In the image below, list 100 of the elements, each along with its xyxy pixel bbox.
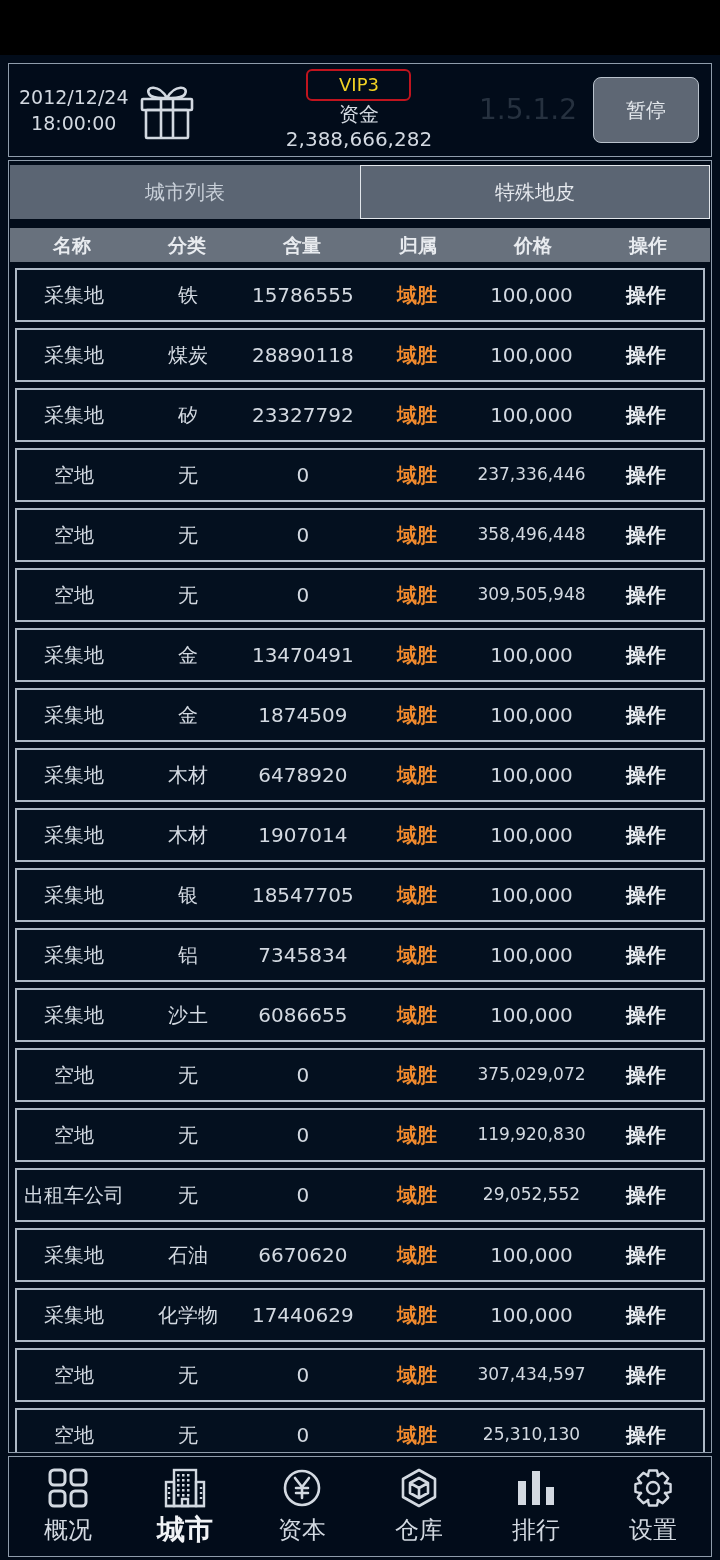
column-header: 价格	[514, 232, 552, 258]
owner-cell-text: 域胜	[397, 1242, 438, 1269]
action-button[interactable]: 操作	[625, 280, 666, 310]
owner-cell-text: 域胜	[397, 1362, 438, 1389]
category-cell-text: 无	[178, 1422, 199, 1449]
name-cell-text: 空地	[54, 1362, 95, 1389]
action-button[interactable]: 操作	[625, 700, 666, 730]
action-button[interactable]: 操作	[625, 340, 666, 370]
owner-cell-text: 域胜	[397, 702, 438, 729]
category-cell-text: 无	[178, 1062, 199, 1089]
category-cell-text: 铝	[178, 942, 199, 969]
owner-cell-text: 域胜	[397, 1122, 438, 1149]
name-cell-text: 空地	[54, 1122, 95, 1149]
tab[interactable]: 特殊地皮	[360, 165, 710, 219]
price-cell-text: 100,000	[490, 762, 573, 789]
amount-cell-text: 0	[296, 1422, 310, 1449]
price-cell-text: 100,000	[490, 882, 573, 909]
column-header: 操作	[629, 232, 668, 258]
name-cell-text: 空地	[54, 522, 95, 549]
owner-cell-text: 域胜	[397, 522, 438, 549]
owner-cell-text: 域胜	[397, 462, 438, 489]
price-cell-text: 100,000	[490, 642, 573, 669]
vip-badge: VIP3	[306, 68, 412, 101]
amount-cell-text: 0	[296, 522, 310, 549]
category-cell-text: 矽	[178, 402, 199, 429]
action-button[interactable]: 操作	[625, 1120, 666, 1150]
price-cell-text: 375,029,072	[477, 1063, 586, 1087]
category-cell-text: 无	[178, 1362, 199, 1389]
price-cell-text: 100,000	[490, 822, 573, 849]
category-cell-text: 木材	[168, 822, 209, 849]
action-button[interactable]: 操作	[625, 1420, 666, 1450]
price-cell-text: 100,000	[490, 1302, 573, 1329]
owner-cell-text: 域胜	[397, 762, 438, 789]
category-cell-text: 化学物	[158, 1302, 219, 1329]
action-button[interactable]: 操作	[625, 460, 666, 490]
price-cell-text: 100,000	[490, 942, 573, 969]
amount-cell-text: 13470491	[251, 642, 354, 669]
price-cell-text: 309,505,948	[477, 583, 586, 607]
pause-button[interactable]: 暂停	[593, 77, 699, 143]
name-cell-text: 采集地	[44, 882, 105, 909]
action-button[interactable]: 操作	[625, 940, 666, 970]
amount-cell-text: 7345834	[258, 942, 348, 969]
category-cell-text: 铁	[178, 282, 199, 309]
action-button[interactable]: 操作	[625, 1000, 666, 1030]
action-button[interactable]: 操作	[625, 400, 666, 430]
building-icon	[163, 1467, 206, 1508]
amount-cell-text: 6670620	[258, 1242, 348, 1269]
action-button[interactable]: 操作	[625, 820, 666, 850]
action-button[interactable]: 操作	[625, 520, 666, 550]
column-header: 归属	[398, 232, 437, 258]
category-cell-text: 无	[178, 582, 199, 609]
nav-tab[interactable]: 资本	[243, 1457, 360, 1556]
name-cell-text: 采集地	[44, 1302, 105, 1329]
action-button[interactable]: 操作	[625, 580, 666, 610]
price-cell-text: 237,336,446	[477, 463, 586, 487]
amount-cell-text: 23327792	[251, 402, 354, 429]
price-cell-text: 100,000	[490, 1242, 573, 1269]
name-cell-text: 空地	[54, 1422, 95, 1449]
nav-tab[interactable]: 仓库	[360, 1457, 477, 1556]
column-header: 含量	[283, 232, 322, 258]
price-cell-text: 29,052,552	[482, 1183, 581, 1207]
nav-tab[interactable]: 排行	[477, 1457, 594, 1556]
nav-tab[interactable]: 概况	[9, 1457, 126, 1556]
yen-coin-icon	[282, 1468, 321, 1507]
name-cell-text: 采集地	[44, 762, 105, 789]
owner-cell-text: 域胜	[397, 582, 438, 609]
date-text: 2012/12/24	[19, 85, 129, 110]
owner-cell-text: 域胜	[397, 1422, 438, 1449]
action-button[interactable]: 操作	[625, 880, 666, 910]
name-cell-text: 采集地	[44, 942, 105, 969]
amount-cell-text: 0	[296, 1062, 310, 1089]
category-cell-text: 木材	[168, 762, 209, 789]
tab[interactable]: 城市列表	[10, 165, 360, 219]
amount-cell-text: 0	[296, 1182, 310, 1209]
amount-cell-text: 17440629	[251, 1302, 354, 1329]
owner-cell-text: 域胜	[397, 1002, 438, 1029]
action-button[interactable]: 操作	[625, 760, 666, 790]
action-button[interactable]: 操作	[625, 1060, 666, 1090]
owner-cell-text: 域胜	[397, 402, 438, 429]
price-cell-text: 358,496,448	[477, 523, 586, 547]
amount-cell-text: 0	[296, 462, 310, 489]
category-cell-text: 无	[178, 522, 199, 549]
funds-amount: 2,388,666,282	[285, 125, 433, 152]
nav-tab[interactable]: 设置	[594, 1457, 711, 1556]
owner-cell-text: 域胜	[397, 642, 438, 669]
price-cell-text: 119,920,830	[477, 1123, 586, 1147]
action-button[interactable]: 操作	[625, 640, 666, 670]
name-cell-text: 空地	[54, 1062, 95, 1089]
action-button[interactable]: 操作	[625, 1240, 666, 1270]
amount-cell-text: 6478920	[258, 762, 348, 789]
action-button[interactable]: 操作	[625, 1360, 666, 1390]
owner-cell-text: 域胜	[397, 1182, 438, 1209]
name-cell-text: 空地	[54, 462, 95, 489]
nav-tab[interactable]: 城市	[126, 1457, 243, 1556]
time-text: 18:00:00	[31, 111, 117, 136]
action-button[interactable]: 操作	[625, 1180, 666, 1210]
category-cell-text: 无	[178, 462, 199, 489]
amount-cell-text: 1907014	[258, 822, 348, 849]
action-button[interactable]: 操作	[625, 1300, 666, 1330]
name-cell-text: 采集地	[44, 342, 105, 369]
